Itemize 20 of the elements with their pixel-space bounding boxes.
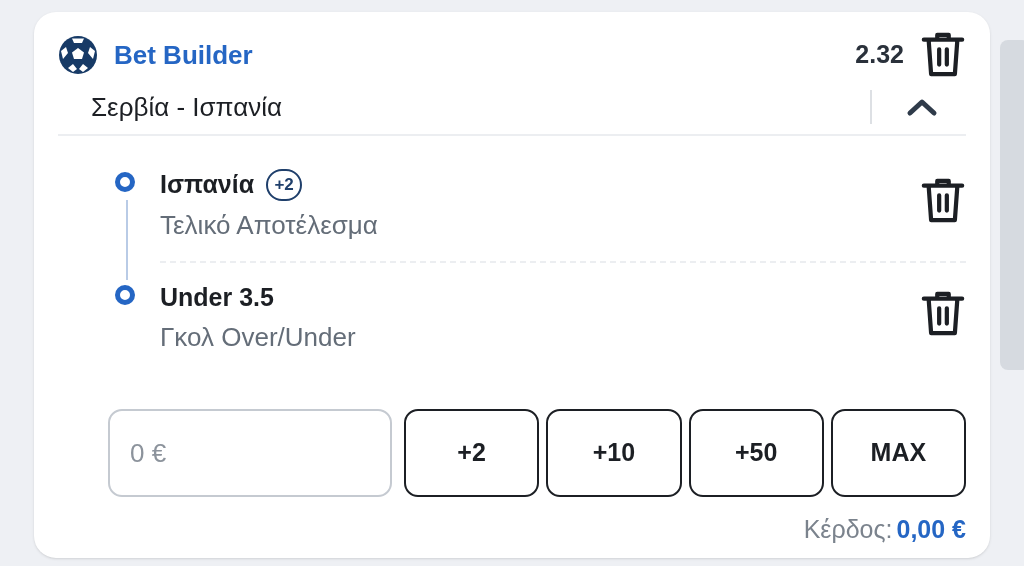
quick-stake-button[interactable]: +10 (546, 409, 682, 497)
market-name: Γκολ Over/Under (160, 321, 356, 354)
quick-stake-button[interactable]: MAX (830, 409, 966, 497)
selection-name: Under 3.5 (160, 281, 274, 313)
bet-builder-title: Bet Builder (114, 38, 253, 72)
profit-label: Κέρδος: (803, 514, 893, 545)
selection-name: Ισπανία (160, 169, 255, 200)
chevron-icon (906, 97, 938, 117)
extra-count-badge: +2 (266, 168, 303, 201)
quick-stake-button[interactable]: +2 (404, 409, 540, 497)
market-name: Τελικό Αποτέλεσμα (160, 208, 378, 242)
football-icon (58, 35, 98, 75)
profit-value: 0,00 € (896, 514, 966, 545)
scrollbar-thumb[interactable] (1000, 40, 1024, 370)
stake-field[interactable]: 0 € (108, 409, 392, 497)
total-odds: 2.32 (855, 39, 904, 71)
match-name: Σερβία - Ισπανία (91, 90, 282, 124)
quick-stake-button[interactable]: +50 (688, 409, 824, 497)
selection-marker (115, 172, 135, 192)
selection-marker (115, 284, 135, 305)
